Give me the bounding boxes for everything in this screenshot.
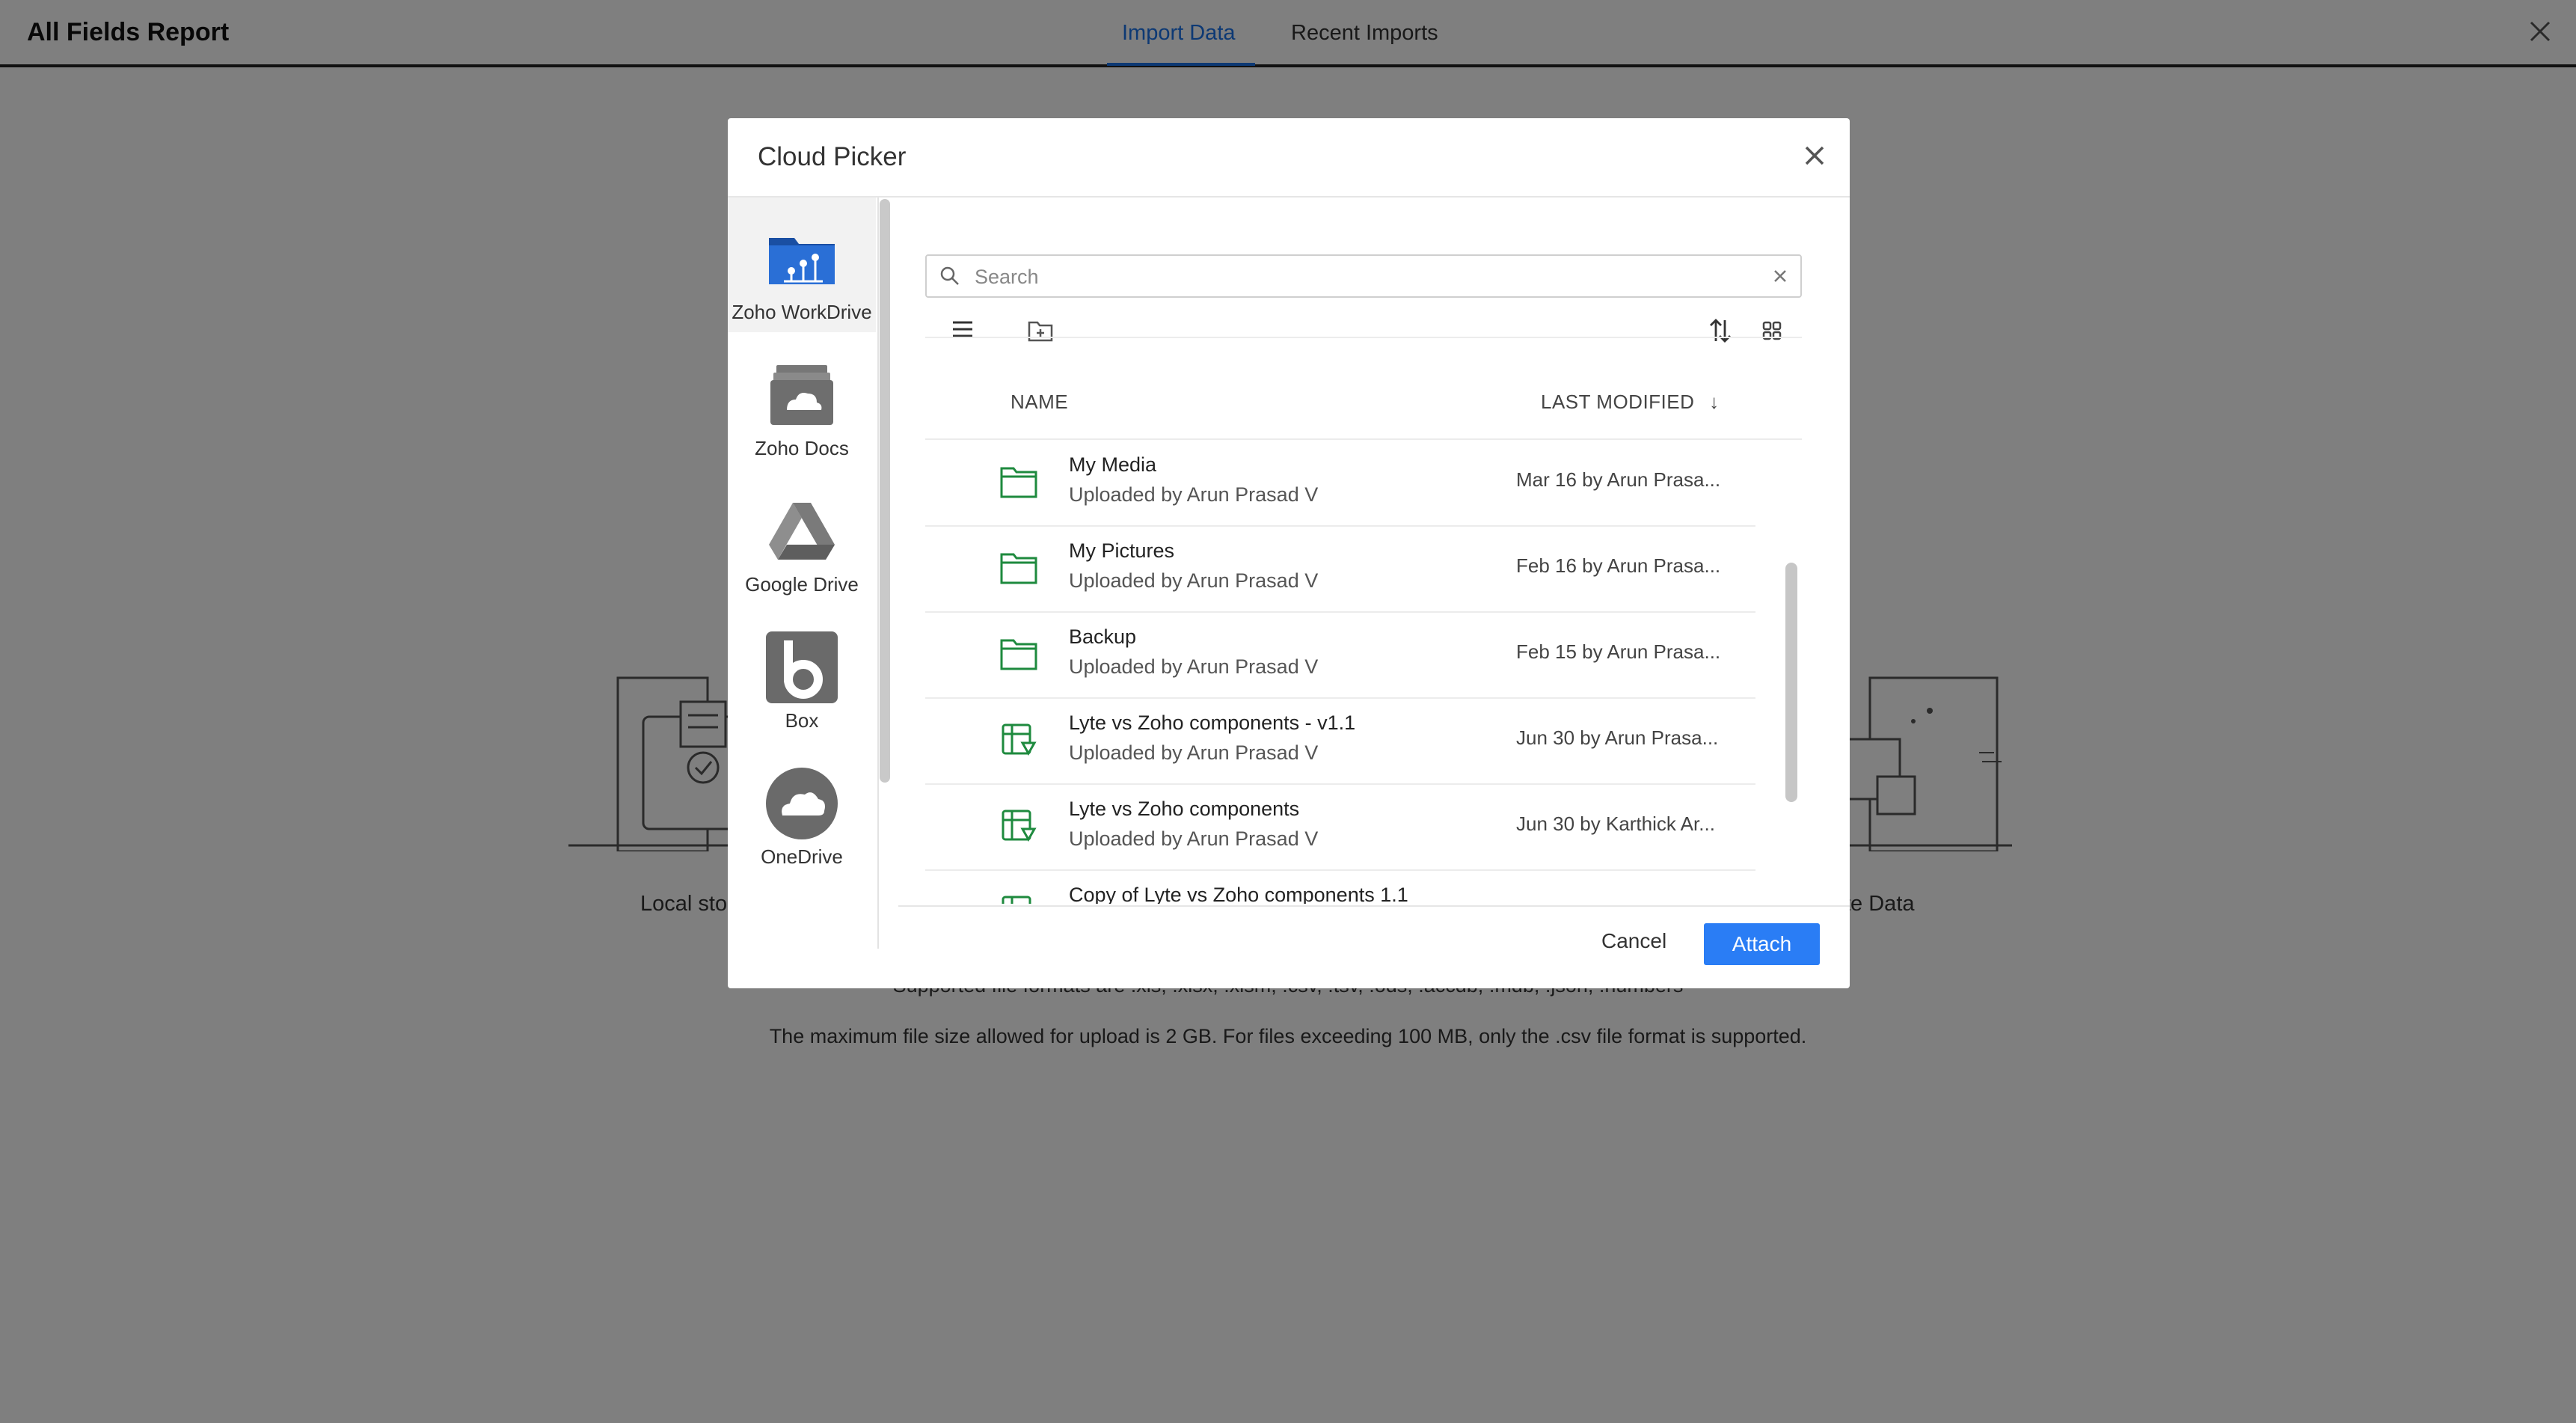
attach-button[interactable]: Attach [1704,923,1820,965]
service-google-drive[interactable]: Google Drive [728,470,876,605]
file-modified: Mar 16 by Arun Prasa... [1516,468,1721,491]
service-label: Zoho WorkDrive [732,301,872,323]
file-row[interactable]: My Pictures Uploaded by Arun Prasad V Fe… [925,526,1755,613]
box-icon [766,631,838,703]
file-name: My Media [1069,453,1157,476]
service-zoho-docs[interactable]: Zoho Docs [728,334,876,468]
search-input[interactable] [973,262,1754,292]
file-owner: Uploaded by Arun Prasad V [1069,655,1319,678]
new-folder-icon[interactable] [1027,319,1054,343]
file-row[interactable]: Backup Uploaded by Arun Prasad V Feb 15 … [925,612,1755,699]
service-label: Box [785,709,819,732]
file-name: Backup [1069,625,1137,648]
file-owner: Uploaded by Arun Prasad V [1069,827,1319,850]
column-header-label: LAST MODIFIED [1541,391,1695,413]
file-modified: Jun 30 by Karthick Ar... [1516,813,1715,835]
file-row[interactable]: Lyte vs Zoho components Uploaded by Arun… [925,784,1755,871]
file-row[interactable]: Lyte vs Zoho components - v1.1 Uploaded … [925,698,1755,785]
folder-icon [1000,553,1037,584]
file-row[interactable]: My Media Uploaded by Arun Prasad V Mar 1… [925,440,1755,527]
service-zoho-workdrive[interactable]: Zoho WorkDrive [728,198,876,332]
file-modified: Jun 30 by Arun Prasa... [1516,726,1719,749]
dialog-close-icon[interactable] [1800,141,1830,171]
service-label: Zoho Docs [755,437,849,459]
google-drive-icon [769,503,835,560]
file-owner: Uploaded by Arun Prasad V [1069,483,1319,506]
service-label: OneDrive [761,845,843,868]
spreadsheet-icon [1002,896,1031,904]
zoho-docs-icon [770,365,833,425]
folder-icon [1000,467,1037,498]
sort-icon[interactable] [1708,317,1733,344]
file-list: My Media Uploaded by Arun Prasad V Mar 1… [925,440,1785,904]
folder-icon [1000,639,1037,670]
file-browser: NAME LAST MODIFIED ↓ My Media Uploaded b… [898,198,1850,965]
dialog-title: Cloud Picker [758,142,907,171]
column-header-last-modified[interactable]: LAST MODIFIED ↓ [1541,391,1720,414]
service-box[interactable]: Box [728,606,876,741]
service-onedrive[interactable]: OneDrive [728,742,876,877]
file-name: Lyte vs Zoho components - v1.1 [1069,712,1356,734]
sidebar-scrollbar[interactable] [880,199,890,783]
clear-search-icon[interactable] [1770,266,1790,286]
file-owner: Uploaded by Arun Prasad V [1069,741,1319,764]
file-name: My Pictures [1069,539,1175,562]
search-icon [940,266,959,285]
onedrive-icon [766,768,838,839]
service-label: Google Drive [745,573,859,596]
toolbar-divider [925,337,1802,338]
spreadsheet-icon [1002,810,1037,842]
search-box [925,254,1802,298]
dialog-header: Cloud Picker [728,118,1850,198]
file-modified: Feb 15 by Arun Prasa... [1516,640,1721,663]
file-modified: Feb 16 by Arun Prasa... [1516,554,1721,577]
file-name: Copy of Lyte vs Zoho components 1.1 [1069,884,1408,904]
footer-divider [898,905,1850,907]
file-list-scrollbar[interactable] [1785,563,1797,802]
spreadsheet-icon [1002,723,1037,756]
service-sidebar: Zoho WorkDrive Zoho Docs Google Drive Bo… [728,198,879,949]
cancel-button[interactable]: Cancel [1594,920,1674,962]
zoho-workdrive-icon [769,238,835,284]
cloud-picker-dialog: Cloud Picker Zoho WorkDrive Zoho Docs Go… [728,118,1850,988]
column-header-name[interactable]: NAME [1011,391,1068,414]
sort-arrow-icon: ↓ [1709,391,1720,413]
file-row[interactable]: Copy of Lyte vs Zoho components 1.1 [925,870,1755,904]
file-owner: Uploaded by Arun Prasad V [1069,569,1319,592]
file-name: Lyte vs Zoho components [1069,798,1300,820]
